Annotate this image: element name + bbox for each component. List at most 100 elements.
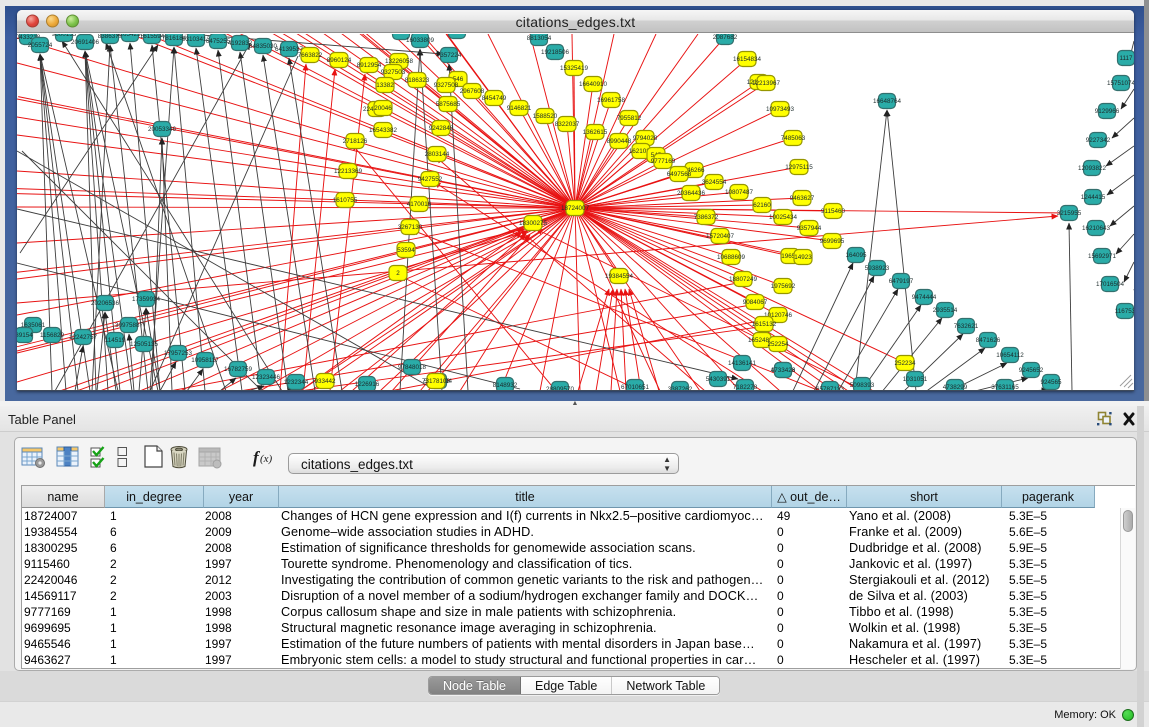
svg-text:9794028: 9794028	[633, 135, 658, 142]
svg-text:1031051: 1031051	[903, 376, 928, 383]
svg-text:2055724: 2055724	[28, 42, 53, 49]
svg-text:5875685: 5875685	[436, 101, 461, 108]
svg-text:12975115: 12975115	[785, 164, 813, 171]
svg-text:9115460: 9115460	[821, 208, 846, 215]
svg-text:9699695: 9699695	[820, 238, 845, 245]
svg-text:18724007: 18724007	[561, 205, 590, 212]
svg-text:12213967: 12213967	[752, 80, 781, 87]
svg-text:9427552: 9427552	[418, 176, 443, 183]
svg-text:6497568: 6497568	[667, 171, 692, 178]
svg-text:1610755: 1610755	[333, 197, 358, 204]
svg-text:1117: 1117	[1119, 55, 1133, 62]
svg-text:4170016: 4170016	[407, 201, 432, 208]
svg-text:2: 2	[396, 270, 400, 277]
svg-text:7955812: 7955812	[617, 115, 642, 122]
svg-text:10958117: 10958117	[191, 357, 219, 364]
svg-text:16640910: 16640910	[579, 81, 608, 88]
svg-text:12323446: 12323446	[252, 374, 281, 381]
svg-text:5098393: 5098393	[850, 382, 875, 389]
svg-text:252234: 252234	[894, 360, 916, 367]
svg-text:2803144: 2803144	[425, 151, 450, 158]
svg-text:9777169: 9777169	[651, 158, 676, 165]
svg-text:933442: 933442	[314, 378, 336, 385]
svg-text:114519: 114519	[105, 337, 126, 344]
svg-text:7386372: 7386372	[694, 214, 719, 221]
svg-text:1615132: 1615132	[752, 321, 777, 328]
svg-text:1226916: 1226916	[355, 381, 380, 388]
svg-text:7632621: 7632621	[954, 323, 979, 330]
svg-text:19384554: 19384554	[605, 273, 634, 280]
svg-text:9084067: 9084067	[743, 299, 768, 306]
svg-text:3215955: 3215955	[1057, 210, 1082, 217]
svg-text:1588520: 1588520	[533, 113, 558, 120]
svg-text:924565: 924565	[1040, 379, 1062, 386]
svg-text:16648764: 16648764	[873, 98, 902, 105]
svg-text:30975887: 30975887	[115, 322, 144, 329]
svg-text:16154834: 16154834	[733, 56, 762, 63]
svg-text:252254: 252254	[767, 341, 789, 348]
svg-text:8322037: 8322037	[555, 121, 580, 128]
svg-text:9327508: 9327508	[434, 82, 459, 89]
svg-text:18300275: 18300275	[519, 220, 548, 227]
svg-text:20364436: 20364436	[677, 190, 706, 197]
svg-text:6479197: 6479197	[889, 278, 914, 285]
svg-text:15325419: 15325419	[560, 65, 589, 72]
svg-text:9474444: 9474444	[912, 294, 937, 301]
svg-text:1232344: 1232344	[284, 379, 309, 386]
svg-text:7357224: 7357224	[437, 52, 462, 59]
svg-text:10807487: 10807487	[725, 189, 754, 196]
svg-text:8471626: 8471626	[976, 337, 1001, 344]
svg-text:1975692: 1975692	[771, 283, 796, 290]
svg-text:7485063: 7485063	[781, 135, 806, 142]
svg-text:9357944: 9357944	[797, 225, 822, 232]
svg-text:20206536: 20206536	[91, 300, 120, 307]
svg-text:2087682: 2087682	[713, 34, 738, 41]
svg-text:8912954: 8912954	[357, 62, 382, 69]
svg-text:14136141: 14136141	[728, 360, 757, 367]
svg-text:9463627: 9463627	[790, 195, 815, 202]
svg-text:12213369: 12213369	[334, 168, 363, 175]
svg-text:96532871: 96532871	[443, 34, 472, 35]
svg-text:97848018: 97848018	[398, 364, 427, 371]
svg-text:20053346: 20053346	[148, 126, 177, 133]
svg-text:1244415: 1244415	[1081, 194, 1106, 201]
svg-text:1733426: 1733426	[771, 367, 796, 374]
svg-text:19218506: 19218506	[541, 49, 570, 56]
svg-text:12093822: 12093822	[1078, 165, 1107, 172]
svg-text:8148932: 8148932	[493, 382, 518, 389]
svg-text:13382: 13382	[376, 82, 394, 89]
svg-text:20691406: 20691406	[71, 39, 100, 46]
svg-text:1156829: 1156829	[40, 332, 65, 339]
svg-text:15751074: 15751074	[1107, 80, 1134, 87]
svg-text:18807249: 18807249	[729, 276, 758, 283]
svg-text:12242757: 12242757	[69, 334, 98, 341]
svg-text:8186323: 8186323	[405, 77, 430, 84]
svg-text:17016504: 17016504	[1096, 281, 1125, 288]
svg-text:17957253: 17957253	[164, 350, 193, 357]
svg-text:7663822: 7663822	[298, 52, 323, 59]
svg-text:9327503: 9327503	[381, 69, 406, 76]
svg-text:39154: 39154	[17, 332, 33, 339]
svg-text:9245652: 9245652	[1019, 367, 1044, 374]
svg-text:1362615: 1362615	[583, 129, 608, 136]
svg-text:14923: 14923	[794, 254, 812, 261]
svg-text:9600133: 9600133	[52, 34, 77, 38]
svg-text:16543382: 16543382	[369, 127, 398, 134]
svg-text:3624554: 3624554	[702, 179, 727, 186]
svg-text:9146821: 9146821	[507, 105, 532, 112]
svg-text:164095: 164095	[845, 252, 867, 259]
svg-text:53594: 53594	[397, 247, 415, 254]
svg-text:12505135: 12505135	[130, 341, 159, 348]
svg-text:16210643: 16210643	[1082, 225, 1111, 232]
svg-text:9227342: 9227342	[1086, 137, 1111, 144]
svg-text:64835030: 64835030	[249, 43, 278, 50]
svg-text:17359934: 17359934	[132, 296, 161, 303]
svg-text:15692971: 15692971	[1088, 253, 1117, 260]
svg-text:116753: 116753	[1115, 308, 1134, 315]
svg-text:73178108: 73178108	[422, 378, 451, 385]
svg-text:2967608: 2967608	[460, 88, 485, 95]
svg-text:5430391: 5430391	[706, 376, 731, 383]
svg-text:9129966: 9129966	[1095, 108, 1120, 115]
svg-text:10654112: 10654112	[996, 352, 1024, 359]
svg-text:10688609: 10688609	[717, 254, 746, 261]
